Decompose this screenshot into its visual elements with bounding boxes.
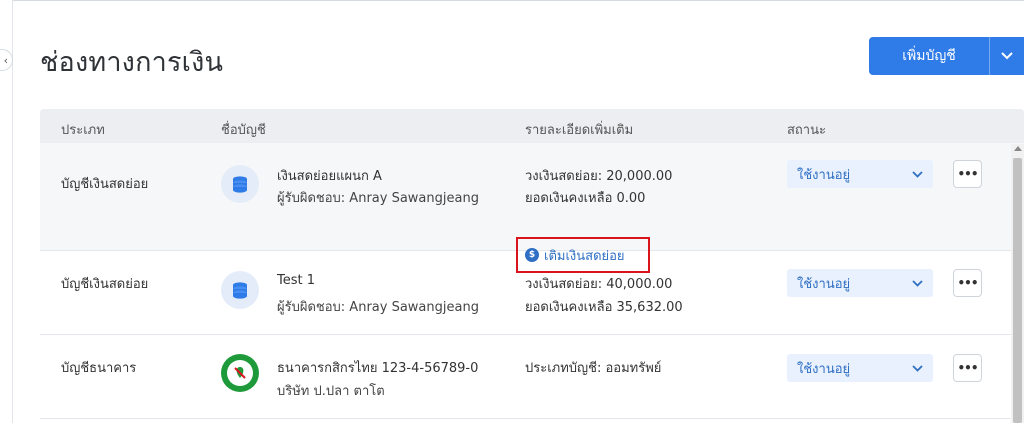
petty-cash-limit: วงเงินสดย่อย: 20,000.00 bbox=[525, 169, 673, 184]
account-type: บัญชีธนาคาร bbox=[61, 361, 137, 376]
header-status: สถานะ bbox=[787, 123, 826, 138]
header-type: ประเภท bbox=[61, 123, 105, 138]
remaining-balance: ยอดเงินคงเหลือ 0.00 bbox=[525, 191, 646, 206]
accounts-table: ประเภท ชื่อบัญชี รายละเอียดเพิ่มเติม สถา… bbox=[40, 109, 1024, 419]
account-owner: บริษัท ป.ปลา ตาโต bbox=[277, 384, 385, 399]
status-value: ใช้งานอยู่ bbox=[797, 276, 851, 292]
top-border bbox=[12, 0, 1024, 1]
chevron-down-icon bbox=[912, 362, 923, 375]
status-select[interactable]: ใช้งานอยู่ bbox=[787, 160, 933, 188]
status-select[interactable]: ใช้งานอยู่ bbox=[787, 269, 933, 297]
account-owner: ผู้รับผิดชอบ: Anray Sawangjeang bbox=[277, 300, 479, 315]
status-value: ใช้งานอยู่ bbox=[797, 361, 851, 377]
ellipsis-icon: ••• bbox=[957, 167, 978, 181]
coins-icon bbox=[221, 271, 259, 309]
remaining-balance: ยอดเงินคงเหลือ 35,632.00 bbox=[525, 300, 683, 315]
coins-icon bbox=[221, 165, 259, 203]
ellipsis-icon: ••• bbox=[957, 361, 978, 375]
more-actions-button[interactable]: ••• bbox=[953, 269, 982, 297]
account-name[interactable]: Test 1 bbox=[277, 273, 315, 288]
page-title: ช่องทางการเงิน bbox=[40, 47, 224, 78]
more-actions-button[interactable]: ••• bbox=[953, 160, 982, 188]
chevron-down-icon bbox=[912, 168, 923, 181]
table-row[interactable]: บัญชีเงินสดย่อย เงินสดย่อยแผนก A ผู้รับผ… bbox=[40, 143, 1024, 273]
status-select[interactable]: ใช้งานอยู่ bbox=[787, 354, 933, 382]
account-owner: ผู้รับผิดชอบ: Anray Sawangjeang bbox=[277, 191, 479, 206]
status-value: ใช้งานอยู่ bbox=[797, 167, 851, 183]
account-type: บัญชีเงินสดย่อย bbox=[61, 177, 149, 192]
ellipsis-icon: ••• bbox=[957, 276, 978, 290]
add-account-button[interactable]: เพิ่มบัญชี bbox=[869, 37, 1024, 75]
vertical-scrollbar[interactable] bbox=[1011, 144, 1024, 423]
account-type: บัญชีเงินสดย่อย bbox=[61, 277, 149, 292]
account-name[interactable]: ธนาคารกสิกรไทย 123-4-56789-0 bbox=[277, 357, 478, 378]
add-account-label: เพิ่มบัญชี bbox=[902, 48, 956, 64]
header-details: รายละเอียดเพิ่มเติม bbox=[525, 123, 634, 138]
scroll-up-arrow-icon[interactable] bbox=[1014, 146, 1022, 151]
table-header: ประเภท ชื่อบัญชี รายละเอียดเพิ่มเติม สถา… bbox=[40, 109, 1024, 143]
more-actions-button[interactable]: ••• bbox=[953, 354, 982, 382]
account-name[interactable]: เงินสดย่อยแผนก A bbox=[277, 165, 382, 186]
kasikorn-bank-logo-icon bbox=[221, 354, 259, 392]
header-account-name: ชื่อบัญชี bbox=[221, 123, 266, 138]
scrollbar-thumb[interactable] bbox=[1013, 158, 1022, 423]
petty-cash-limit: วงเงินสดย่อย: 40,000.00 bbox=[525, 277, 673, 292]
chevron-down-icon[interactable] bbox=[990, 49, 1024, 63]
chevron-down-icon bbox=[912, 277, 923, 290]
table-row[interactable]: บัญชีธนาคาร ธนาคารกสิกรไทย 123-4-56789-0… bbox=[40, 335, 1024, 419]
account-category: ประเภทบัญชี: ออมทรัพย์ bbox=[525, 361, 662, 376]
table-row[interactable]: บัญชีเงินสดย่อย Test 1 ผู้รับผิดชอบ: Anr… bbox=[40, 251, 1024, 335]
chevron-left-icon: ‹ bbox=[3, 53, 8, 67]
